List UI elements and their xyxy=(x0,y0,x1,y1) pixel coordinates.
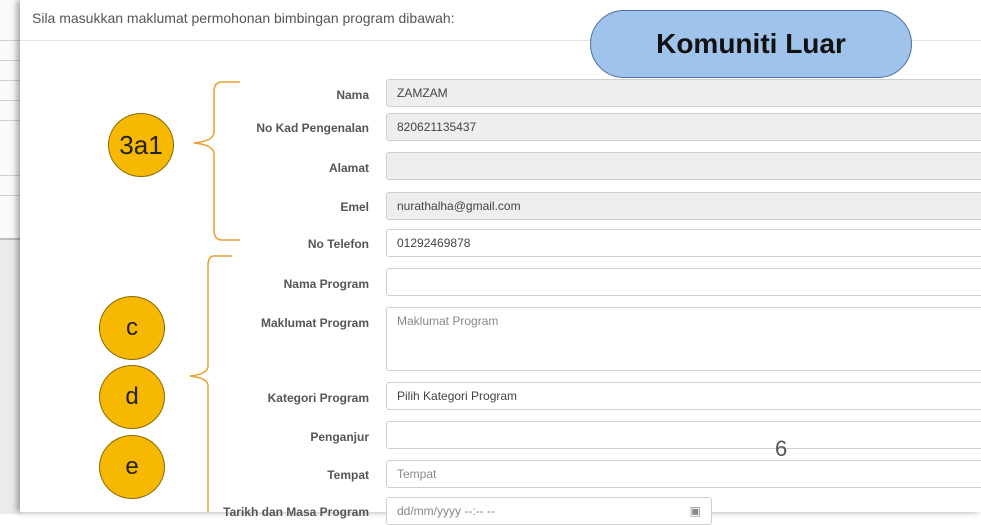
komuniti-luar-callout: Komuniti Luar xyxy=(590,10,912,78)
badge-e: e xyxy=(99,435,165,499)
page-number: 6 xyxy=(775,436,788,461)
badge-c: c xyxy=(99,296,165,360)
brace-3a1 xyxy=(193,81,240,241)
brace-c xyxy=(189,255,232,512)
badge-d: d xyxy=(99,365,165,429)
badge-3a1: 3a1 xyxy=(108,113,174,177)
